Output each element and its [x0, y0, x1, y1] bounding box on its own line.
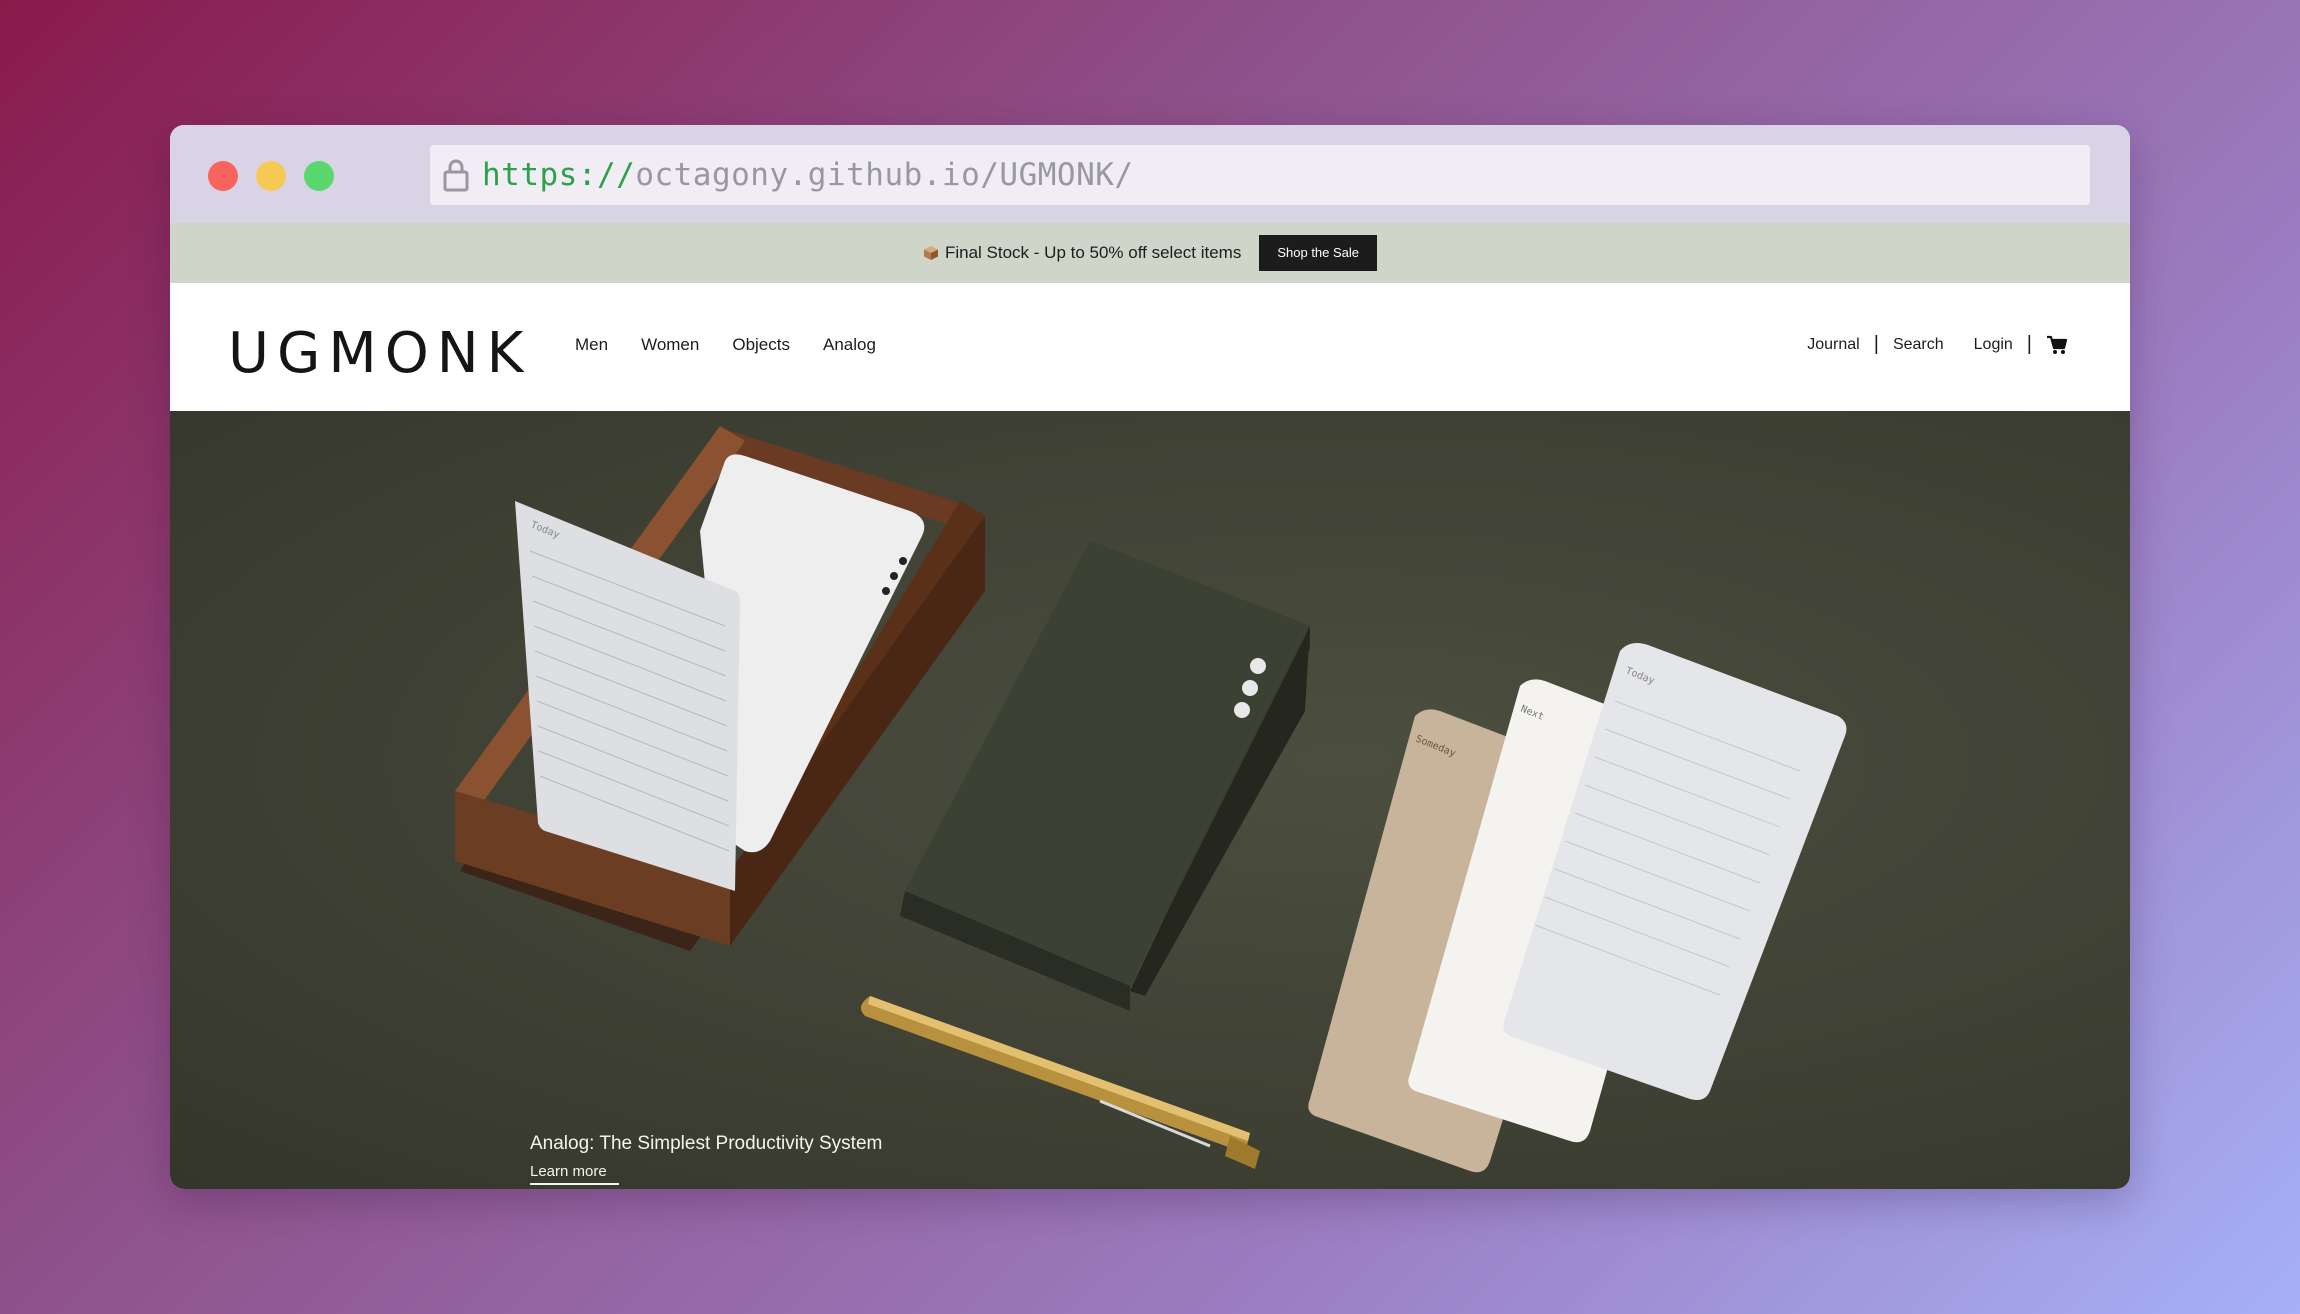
main-nav: Men Women Objects Analog — [575, 335, 876, 355]
close-window-button[interactable] — [208, 161, 238, 191]
hero-caption: Analog: The Simplest Productivity System — [530, 1133, 883, 1154]
url-path: octagony.github.io/UGMONK/ — [635, 157, 1134, 193]
hero-image: Today Someday Next Today — [455, 426, 1847, 1173]
browser-window: https://octagony.github.io/UGMONK/ Final… — [170, 125, 2130, 1189]
nav-item-men[interactable]: Men — [575, 335, 608, 355]
brass-pen — [861, 996, 1260, 1169]
address-bar[interactable]: https://octagony.github.io/UGMONK/ — [430, 145, 2090, 205]
learn-more-link[interactable]: Learn more — [530, 1163, 619, 1185]
nav-separator: | — [1873, 333, 1879, 355]
nav-item-journal[interactable]: Journal — [1807, 336, 1859, 354]
nav-item-login[interactable]: Login — [1974, 336, 2013, 354]
promo-text: Final Stock - Up to 50% off select items — [944, 243, 1242, 262]
browser-titlebar: https://octagony.github.io/UGMONK/ — [170, 125, 2130, 223]
maximize-window-button[interactable] — [304, 161, 334, 191]
minimize-window-button[interactable] — [256, 161, 286, 191]
box-icon — [923, 246, 938, 260]
nav-item-objects[interactable]: Objects — [732, 335, 790, 355]
promo-banner: Final Stock - Up to 50% off select items… — [170, 223, 2130, 283]
nav-separator: | — [2026, 333, 2032, 355]
nav-item-search[interactable]: Search — [1893, 336, 1944, 354]
nav-item-analog[interactable]: Analog — [823, 335, 876, 355]
nav-item-women[interactable]: Women — [641, 335, 699, 355]
hero-banner[interactable]: Today Someday Next Today Analog: The Sim… — [170, 411, 2130, 1189]
utility-nav: Journal | Search Login | — [1807, 333, 2068, 356]
lock-icon — [443, 159, 469, 192]
cart-icon[interactable] — [2046, 334, 2068, 356]
site-logo[interactable]: UGMONK — [228, 321, 531, 386]
site-header: UGMONK Men Women Objects Analog Journal … — [170, 283, 2130, 411]
shop-sale-button[interactable]: Shop the Sale — [1259, 235, 1378, 271]
url-scheme: https:// — [482, 157, 636, 193]
